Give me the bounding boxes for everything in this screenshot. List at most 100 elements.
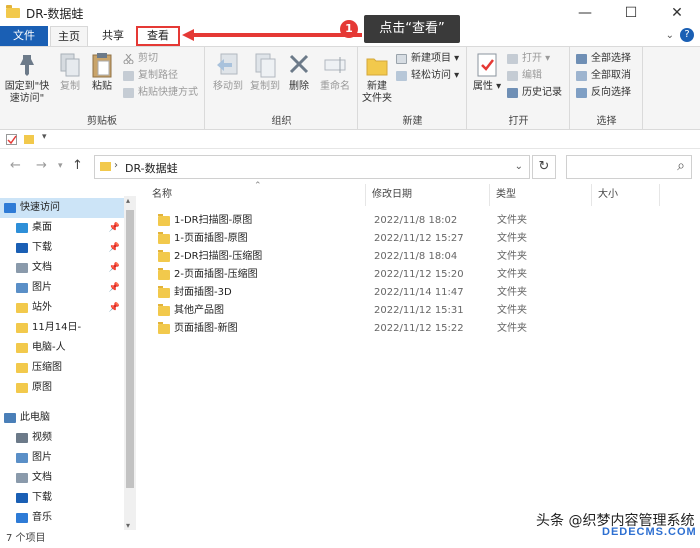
- delete-button[interactable]: 删除: [286, 51, 312, 93]
- copy-path-button[interactable]: 复制路径: [122, 68, 178, 84]
- sidebar-item-pc-pictures[interactable]: 图片: [0, 448, 124, 468]
- file-row[interactable]: 1-DR扫描图-原图 2022/11/8 18:02 文件夹: [146, 212, 700, 230]
- scissors-icon: [123, 53, 134, 65]
- invert-selection-button[interactable]: 反向选择: [575, 85, 631, 101]
- sidebar-item-folder-zhanwai[interactable]: 站外 📌: [0, 298, 124, 318]
- properties-button[interactable]: 属性 ▾: [472, 51, 502, 93]
- properties-label: 属性: [472, 81, 493, 92]
- history-button[interactable]: 历史记录: [506, 85, 562, 101]
- sidebar-item-label: 快速访问: [20, 202, 60, 213]
- refresh-button[interactable]: ↻: [532, 155, 556, 179]
- file-name: 页面插图-新图: [174, 323, 238, 334]
- file-name: 2-页面插图-压缩图: [174, 269, 258, 280]
- sidebar-item-downloads[interactable]: 下载 📌: [0, 238, 124, 258]
- file-type: 文件夹: [497, 215, 527, 226]
- pin-quick-access-label: 固定到"快速访问": [4, 81, 50, 104]
- sidebar-item-label: 原图: [32, 382, 52, 393]
- rename-button[interactable]: 重命名: [316, 51, 354, 93]
- select-all-button[interactable]: 全部选择: [575, 51, 631, 67]
- item-count: 7 个项目: [6, 533, 46, 544]
- sidebar-item-folder-original[interactable]: 原图: [0, 378, 124, 398]
- open-button[interactable]: 打开 ▾: [506, 51, 550, 67]
- sidebar-item-pc-downloads[interactable]: 下载: [0, 488, 124, 508]
- file-date: 2022/11/12 15:31: [374, 305, 464, 316]
- back-arrow-icon[interactable]: ←: [10, 158, 21, 173]
- move-to-button[interactable]: 移动到: [210, 51, 246, 93]
- history-label: 历史记录: [522, 87, 562, 98]
- sidebar-item-quick-access[interactable]: 快速访问: [0, 198, 124, 218]
- pin-icon: [14, 51, 40, 79]
- column-type[interactable]: 类型: [490, 184, 592, 206]
- paste-shortcut-button[interactable]: 粘贴快捷方式: [122, 85, 198, 101]
- column-date[interactable]: 修改日期: [366, 184, 490, 206]
- document-icon: [16, 263, 28, 273]
- scroll-up-icon[interactable]: ▴: [126, 196, 130, 205]
- sidebar-item-folder-compressed[interactable]: 压缩图: [0, 358, 124, 378]
- file-row[interactable]: 2-页面插图-压缩图 2022/11/12 15:20 文件夹: [146, 266, 700, 284]
- forward-arrow-icon[interactable]: →: [36, 158, 47, 173]
- paste-shortcut-label: 粘贴快捷方式: [138, 87, 198, 98]
- sidebar-item-this-pc[interactable]: 此电脑: [0, 408, 124, 428]
- select-none-button[interactable]: 全部取消: [575, 68, 631, 84]
- cut-button[interactable]: 剪切: [122, 51, 158, 67]
- paste-button[interactable]: 粘贴: [88, 51, 116, 93]
- sidebar-item-pictures[interactable]: 图片 📌: [0, 278, 124, 298]
- properties-check-icon[interactable]: [6, 134, 17, 145]
- recent-chevron-icon[interactable]: ▾: [58, 161, 63, 171]
- new-folder-button[interactable]: 新建 文件夹: [361, 51, 393, 105]
- folder-icon: [6, 5, 20, 18]
- help-icon[interactable]: ?: [680, 28, 694, 42]
- sidebar-item-folder-1114[interactable]: 11月14日-: [0, 318, 124, 338]
- sidebar-item-desktop[interactable]: 桌面 📌: [0, 218, 124, 238]
- minimize-button[interactable]: —: [562, 0, 608, 26]
- address-path: DR-数据蛙: [125, 162, 178, 175]
- star-icon: [4, 203, 16, 213]
- nav-scrollbar[interactable]: ▴ ▾: [124, 196, 136, 530]
- search-input[interactable]: ⌕: [566, 155, 692, 179]
- copy-button[interactable]: 复制: [56, 51, 84, 93]
- sidebar-item-music[interactable]: 音乐: [0, 508, 124, 528]
- sidebar-item-pc-documents[interactable]: 文档: [0, 468, 124, 488]
- chevron-down-icon[interactable]: ⌄: [515, 161, 523, 172]
- new-item-label: 新建项目: [411, 53, 451, 64]
- address-bar[interactable]: › DR-数据蛙 ⌄: [94, 155, 530, 179]
- file-row[interactable]: 页面插图-新图 2022/11/12 15:22 文件夹: [146, 320, 700, 338]
- folder-icon: [158, 214, 170, 226]
- file-row[interactable]: 封面插图-3D 2022/11/14 11:47 文件夹: [146, 284, 700, 302]
- select-none-icon: [576, 71, 587, 81]
- folder-icon[interactable]: [24, 135, 34, 144]
- file-row[interactable]: 1-页面插图-原图 2022/11/12 15:27 文件夹: [146, 230, 700, 248]
- pin-quick-access-button[interactable]: 固定到"快速访问": [4, 51, 50, 105]
- nav-scrollbar-thumb[interactable]: [126, 210, 134, 488]
- breadcrumb-chevron-icon[interactable]: ›: [114, 160, 118, 171]
- file-row[interactable]: 其他产品图 2022/11/12 15:31 文件夹: [146, 302, 700, 320]
- tab-share[interactable]: 共享: [94, 26, 132, 46]
- chevron-down-icon[interactable]: ⌄: [666, 30, 674, 41]
- video-icon: [16, 433, 28, 443]
- cut-label: 剪切: [138, 53, 158, 64]
- watermark-site: DEDECMS.COM: [602, 526, 697, 538]
- file-date: 2022/11/12 15:20: [374, 269, 464, 280]
- sidebar-item-documents[interactable]: 文档 📌: [0, 258, 124, 278]
- chevron-down-icon[interactable]: ▾: [42, 132, 47, 142]
- up-arrow-icon[interactable]: ↑: [72, 158, 83, 173]
- easy-access-button[interactable]: 轻松访问 ▾: [395, 68, 459, 84]
- sidebar-item-folder-diannao[interactable]: 电脑-人: [0, 338, 124, 358]
- edit-label: 编辑: [522, 70, 542, 81]
- sidebar-item-videos[interactable]: 视频: [0, 428, 124, 448]
- edit-button[interactable]: 编辑: [506, 68, 542, 84]
- close-button[interactable]: ✕: [654, 0, 700, 26]
- new-item-button[interactable]: 新建项目 ▾: [395, 51, 459, 67]
- scroll-down-icon[interactable]: ▾: [126, 521, 130, 530]
- tab-home[interactable]: 主页: [50, 26, 88, 46]
- annotation-arrow: [182, 29, 362, 41]
- column-name[interactable]: 名称: [146, 184, 366, 206]
- column-size[interactable]: 大小: [592, 184, 660, 206]
- sidebar-item-label: 此电脑: [20, 412, 50, 423]
- maximize-button[interactable]: ☐: [608, 0, 654, 26]
- ribbon: 固定到"快速访问" 复制 粘贴 剪切 复制路径 粘贴快捷方式 剪贴板 移动到 复…: [0, 46, 700, 130]
- tab-view[interactable]: 查看: [136, 26, 180, 46]
- tab-file[interactable]: 文件: [0, 26, 48, 46]
- file-row[interactable]: 2-DR扫描图-压缩图 2022/11/8 18:04 文件夹: [146, 248, 700, 266]
- copy-to-button[interactable]: 复制到: [246, 51, 284, 93]
